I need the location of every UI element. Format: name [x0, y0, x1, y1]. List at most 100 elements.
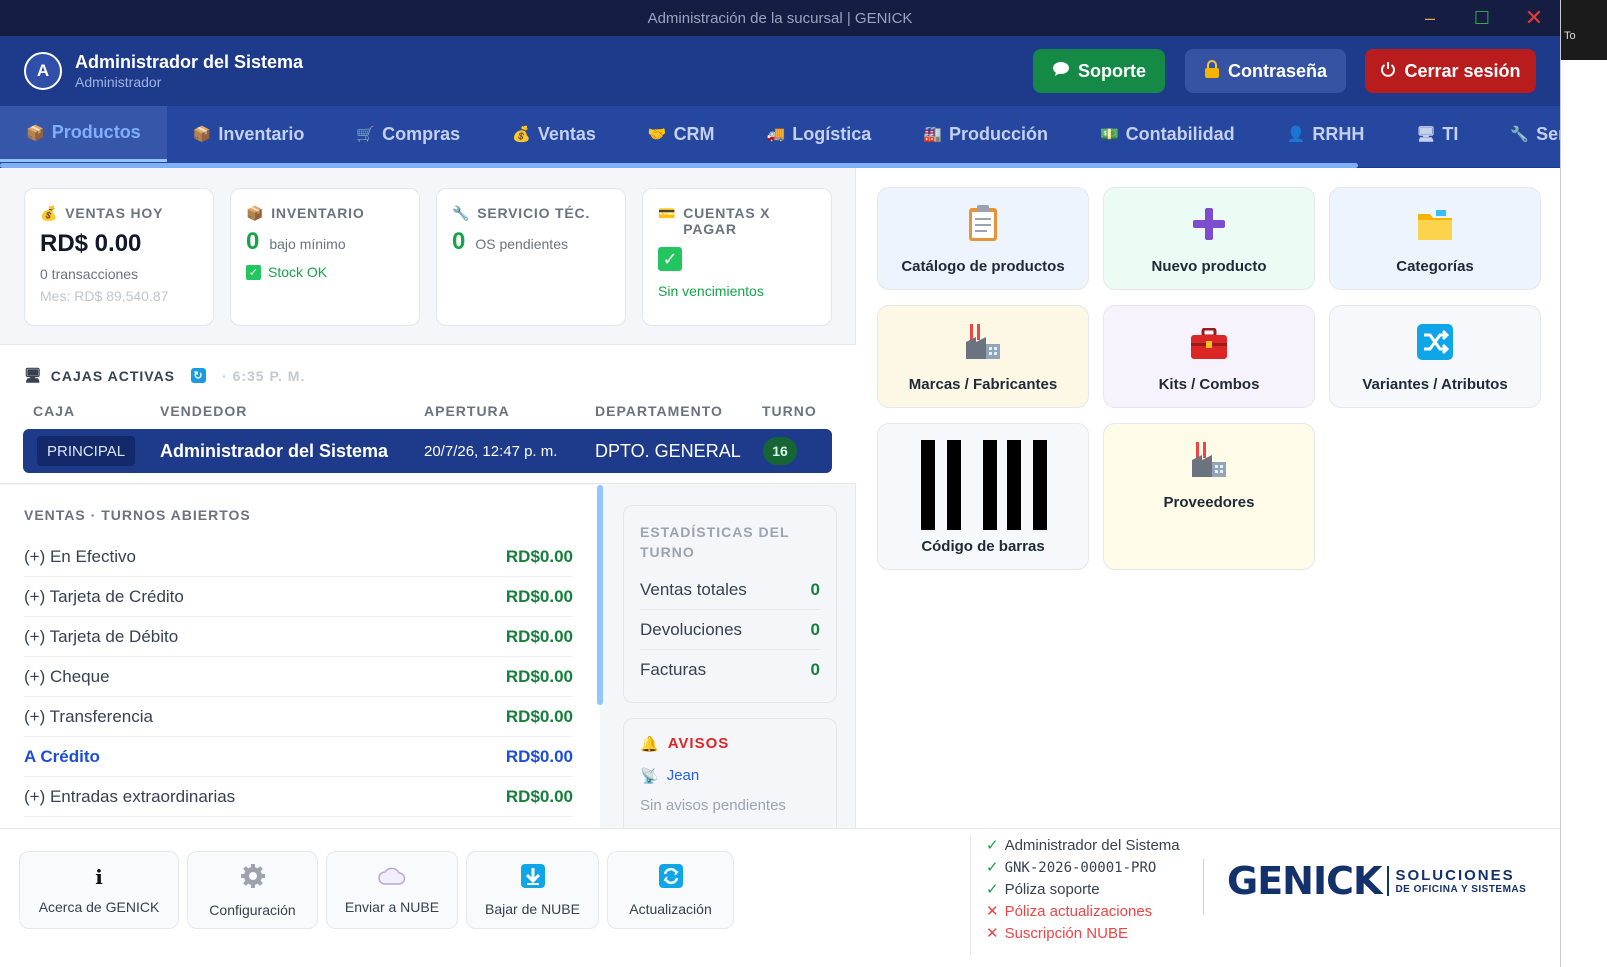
tab-ventas[interactable]: 💰 Ventas: [486, 106, 622, 162]
stock-ok-text: Stock OK: [268, 264, 328, 280]
list-item: (+) Cheque RD$0.00: [24, 657, 573, 697]
register-icon: 🖥: [24, 367, 43, 383]
column-header-turno: TURNO: [762, 403, 817, 419]
close-icon[interactable]: ✕: [1508, 5, 1560, 31]
maximize-icon[interactable]: ☐: [1456, 8, 1508, 29]
card-categorias[interactable]: Categorías: [1329, 187, 1541, 290]
cajas-title-text: CAJAS ACTIVAS: [50, 367, 176, 384]
download-icon: [520, 863, 545, 891]
list-item: (+) Tarjeta de Débito RD$0.00: [24, 617, 573, 657]
card-label: Marcas / Fabricantes: [908, 376, 1058, 393]
tab-servicio-tecnico[interactable]: 🔧 Servicio T: [1484, 106, 1560, 162]
ventas-amount: RD$0.00: [505, 706, 573, 726]
ventas-scrollbar[interactable]: [597, 485, 603, 705]
configuracion-button[interactable]: Configuración: [187, 851, 318, 929]
kpi-cuentas-por-pagar: 💳 CUENTAS X PAGAR ✓ Sin vencimientos: [642, 188, 832, 326]
card-variantes-atributos[interactable]: Variantes / Atributos: [1329, 305, 1541, 408]
kpi-title: 💰 VENTAS HOY: [40, 205, 198, 222]
card-kits-combos[interactable]: Kits / Combos: [1103, 305, 1315, 408]
stat-value: 0: [810, 660, 820, 679]
tab-rrhh[interactable]: 👤 RRHH: [1261, 106, 1391, 162]
handshake-icon: 🤝: [647, 126, 667, 143]
footer-button-label: Configuración: [209, 901, 296, 918]
column-header-caja: CAJA: [33, 403, 76, 419]
productos-actions-grid: Catálogo de productos Nuevo producto Cat…: [857, 168, 1560, 828]
kpi-title: 💳 CUENTAS X PAGAR: [658, 205, 816, 237]
kpi-inventario-count: 0: [246, 228, 260, 255]
tab-compras[interactable]: 🛒 Compras: [330, 106, 486, 162]
wrench-icon: 🔧: [452, 205, 471, 221]
tab-logistica[interactable]: 🚚 Logística: [741, 106, 898, 162]
enviar-nube-button[interactable]: Enviar a NUBE: [326, 851, 458, 929]
card-marcas-fabricantes[interactable]: Marcas / Fabricantes: [877, 305, 1089, 408]
logo-divider: [1387, 866, 1390, 896]
credit-card-icon: 💳: [658, 205, 677, 221]
list-item: ✓ Póliza soporte: [986, 879, 1180, 901]
stat-value: 0: [810, 619, 820, 639]
tab-label: Productos: [51, 122, 141, 142]
tab-ti[interactable]: 🖥 TI: [1390, 106, 1484, 162]
factory-icon: [964, 322, 1002, 364]
list-item: (+) Transferencia RD$0.00: [24, 697, 573, 737]
window-titlebar: Administración de la sucursal | GENICK –…: [0, 0, 1560, 36]
footer-button-label: Bajar de NUBE: [485, 900, 580, 917]
logout-button[interactable]: Cerrar sesión: [1365, 49, 1536, 93]
tab-inventario[interactable]: 📦 Inventario: [167, 106, 331, 162]
minimize-icon[interactable]: –: [1404, 8, 1456, 29]
check-icon: ✓: [986, 859, 999, 876]
avisos-user[interactable]: 📡 Jean: [640, 767, 820, 785]
computer-icon: 🖥: [1416, 126, 1436, 143]
card-catalogo-productos[interactable]: Catálogo de productos: [877, 187, 1089, 290]
list-item: A Crédito RD$0.00: [24, 737, 573, 777]
card-label: Kits / Combos: [1158, 376, 1260, 393]
tab-produccion[interactable]: 🏭 Producción: [897, 106, 1074, 162]
card-proveedores[interactable]: Proveedores: [1103, 423, 1315, 570]
tab-productos[interactable]: 📦 Productos: [0, 106, 167, 162]
list-item: (+) Entradas extraordinarias RD$0.00: [24, 777, 573, 817]
tab-label: Contabilidad: [1125, 123, 1235, 144]
tab-crm[interactable]: 🤝 CRM: [622, 106, 741, 162]
kpi-title-text: INVENTARIO: [271, 205, 365, 221]
chat-bubble-icon: [1052, 61, 1070, 82]
password-button[interactable]: Contraseña: [1185, 49, 1346, 93]
ventas-amount: RD$0.00: [505, 786, 573, 806]
ventas-amount: RD$0.00: [505, 746, 573, 766]
info-icon: i: [95, 865, 103, 889]
bajar-nube-button[interactable]: Bajar de NUBE: [466, 851, 599, 929]
logo-subtitle: SOLUCIONES: [1395, 867, 1515, 884]
tab-contabilidad[interactable]: 💵 Contabilidad: [1074, 106, 1261, 162]
card-nuevo-producto[interactable]: Nuevo producto: [1103, 187, 1315, 290]
license-text: Póliza soporte: [1004, 881, 1100, 898]
list-item: ✕ Suscripción NUBE: [986, 923, 1180, 945]
ventas-amount: RD$0.00: [505, 586, 573, 606]
list-item: ✕ Póliza actualizaciones: [986, 901, 1180, 923]
soporte-button[interactable]: Soporte: [1033, 49, 1165, 93]
stat-value: 0: [810, 579, 820, 599]
kpi-ventas-month: Mes: RD$ 89,540.87: [40, 288, 169, 304]
bell-icon: 🔔: [640, 736, 660, 753]
list-item: ✓ Administrador del Sistema: [986, 835, 1180, 857]
acerca-button[interactable]: i Acerca de GENICK: [19, 851, 179, 929]
kpi-inventario-label: bajo mínimo: [269, 236, 346, 252]
license-text: Administrador del Sistema: [1004, 837, 1180, 854]
kpi-title-text: VENTAS HOY: [65, 205, 164, 221]
tab-label: Compras: [382, 123, 461, 144]
card-codigo-barras[interactable]: Código de barras: [877, 423, 1089, 570]
footer-button-label: Enviar a NUBE: [344, 898, 440, 915]
barcode-icon: [917, 440, 1049, 534]
ventas-label: (+) En Efectivo: [24, 546, 136, 566]
box-icon: 📦: [246, 205, 265, 221]
card-label: Variantes / Atributos: [1362, 376, 1508, 393]
refresh-icon[interactable]: ↻: [191, 368, 207, 383]
footer-button-label: Actualización: [629, 900, 712, 917]
actualizacion-button[interactable]: Actualización: [607, 851, 734, 929]
avisos-user-name: Jean: [666, 767, 700, 784]
logout-label: Cerrar sesión: [1404, 60, 1521, 81]
kpi-title-text: CUENTAS X PAGAR: [683, 205, 771, 237]
card-label: Catálogo de productos: [901, 258, 1065, 275]
card-label: Categorías: [1396, 258, 1474, 275]
check-icon: ✓: [658, 247, 682, 271]
ventas-label: (+) Cheque: [24, 666, 110, 686]
table-row[interactable]: PRINCIPAL Administrador del Sistema 20/7…: [23, 429, 832, 473]
adjacent-window-edge: To: [1560, 0, 1607, 967]
